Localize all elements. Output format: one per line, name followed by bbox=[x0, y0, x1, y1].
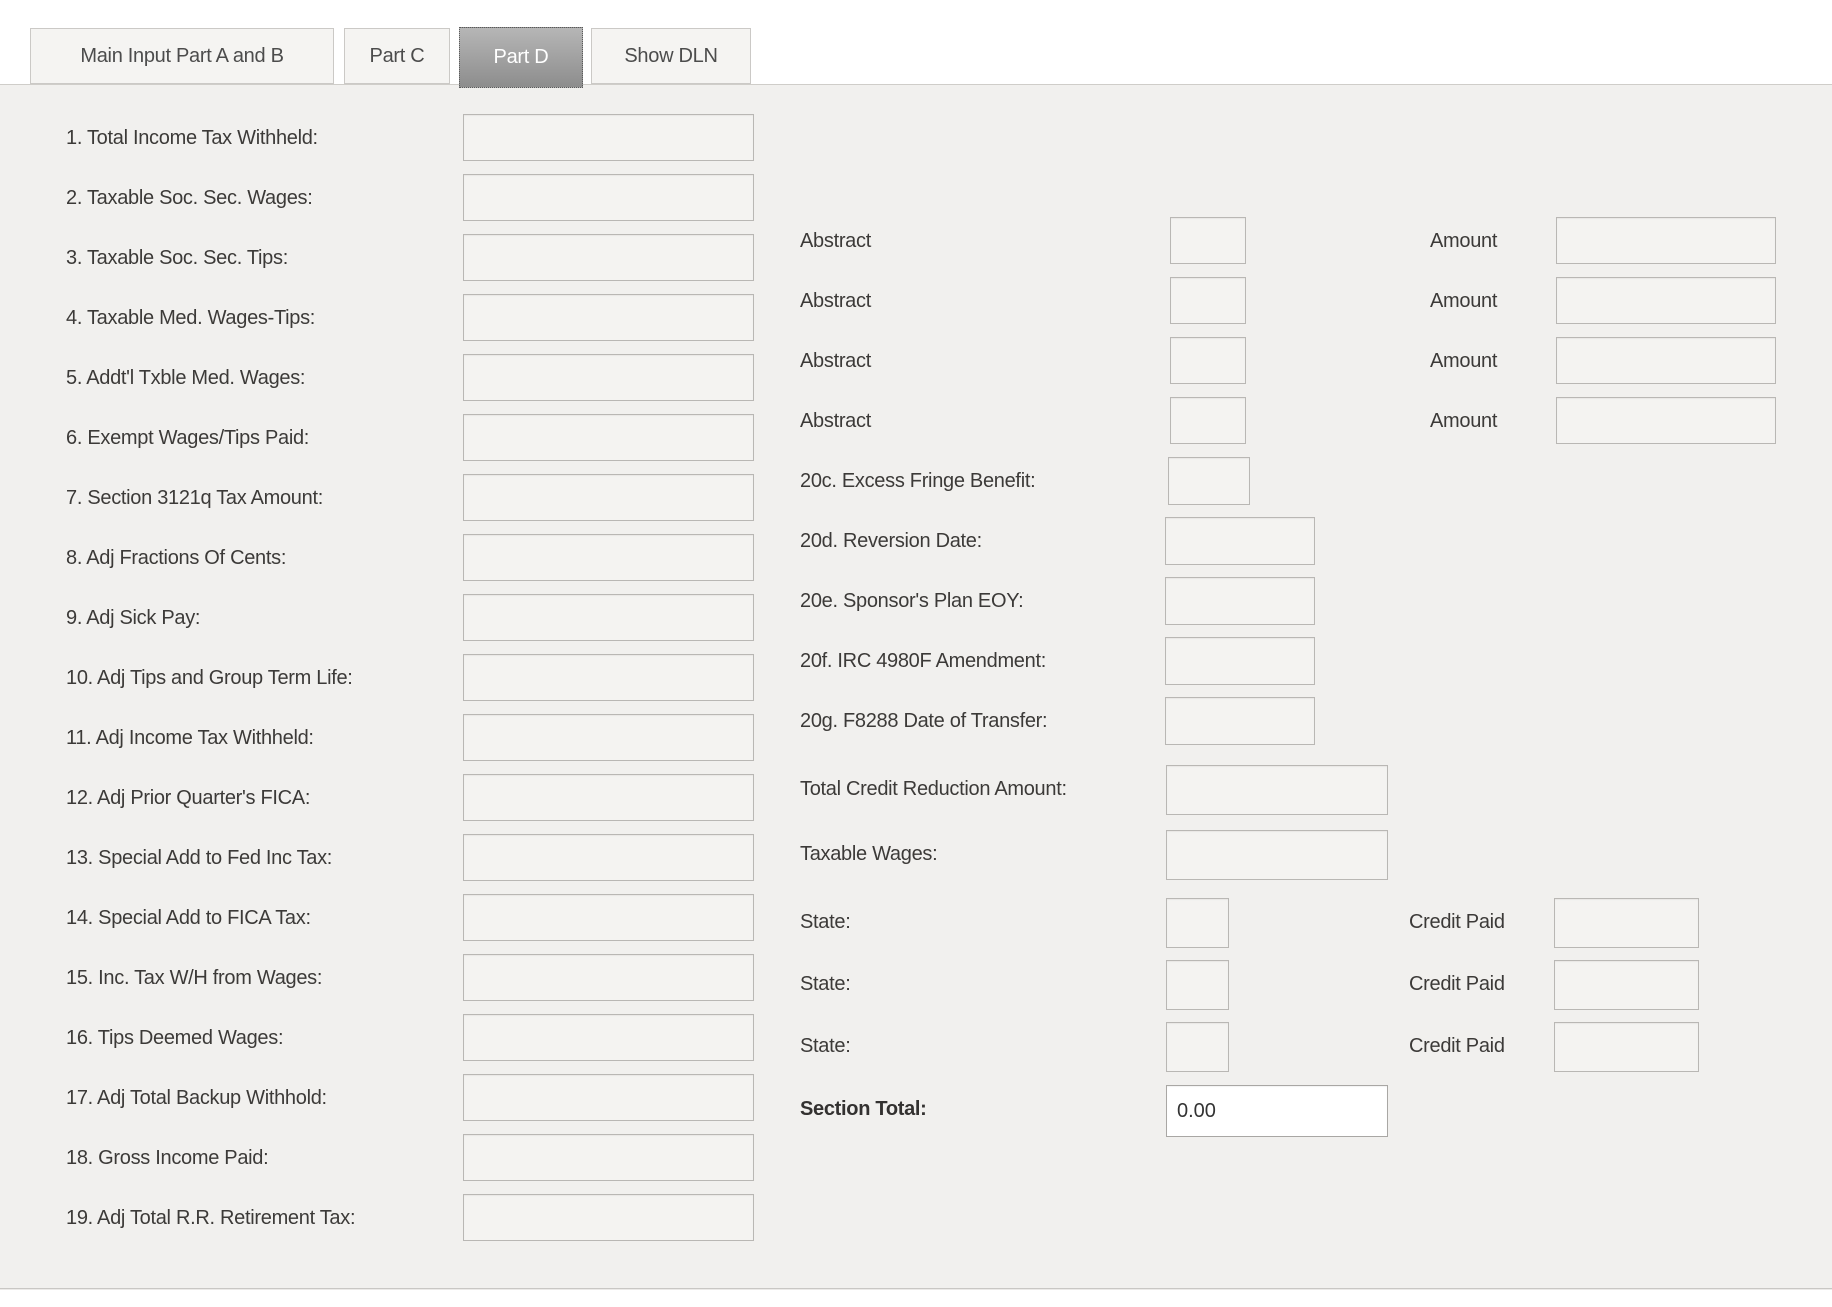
amount-label: Amount bbox=[1430, 397, 1497, 445]
field-label: 11. Adj Income Tax Withheld: bbox=[66, 714, 314, 762]
state-3-input[interactable] bbox=[1166, 1022, 1229, 1072]
tab-part-d[interactable]: Part D bbox=[459, 27, 583, 88]
abstract-3-amount-input[interactable] bbox=[1556, 337, 1776, 384]
credit-paid-label: Credit Paid bbox=[1409, 960, 1505, 1008]
field-label: 15. Inc. Tax W/H from Wages: bbox=[66, 954, 322, 1002]
total-credit-reduction-amount-input[interactable] bbox=[1166, 765, 1388, 815]
field-label: 20e. Sponsor's Plan EOY: bbox=[800, 577, 1023, 625]
taxable-soc-sec-wages-input[interactable] bbox=[463, 174, 754, 221]
credit-paid-3-input[interactable] bbox=[1554, 1022, 1699, 1072]
adj-total-backup-withhold-input[interactable] bbox=[463, 1074, 754, 1121]
amount-label: Amount bbox=[1430, 277, 1497, 325]
abstract-2-amount-input[interactable] bbox=[1556, 277, 1776, 324]
field-label: 6. Exempt Wages/Tips Paid: bbox=[66, 414, 309, 462]
field-label: 20d. Reversion Date: bbox=[800, 517, 982, 565]
abstract-1-amount-input[interactable] bbox=[1556, 217, 1776, 264]
reversion-date-input[interactable] bbox=[1165, 517, 1315, 565]
field-label: Taxable Wages: bbox=[800, 830, 937, 878]
part-d-form-window: Main Input Part A and B Part C Part D Sh… bbox=[0, 0, 1832, 1307]
taxable-soc-sec-tips-input[interactable] bbox=[463, 234, 754, 281]
field-label: 1. Total Income Tax Withheld: bbox=[66, 114, 318, 162]
field-label: 14. Special Add to FICA Tax: bbox=[66, 894, 311, 942]
abstract-3-code-input[interactable] bbox=[1170, 337, 1246, 384]
addtl-txble-med-wages-input[interactable] bbox=[463, 354, 754, 401]
field-label: 17. Adj Total Backup Withhold: bbox=[66, 1074, 327, 1122]
field-label: Total Credit Reduction Amount: bbox=[800, 765, 1067, 813]
amount-label: Amount bbox=[1430, 337, 1497, 385]
field-label: 9. Adj Sick Pay: bbox=[66, 594, 200, 642]
field-label: 3. Taxable Soc. Sec. Tips: bbox=[66, 234, 288, 282]
field-label: 12. Adj Prior Quarter's FICA: bbox=[66, 774, 310, 822]
adj-total-rr-retirement-tax-input[interactable] bbox=[463, 1194, 754, 1241]
field-label: 19. Adj Total R.R. Retirement Tax: bbox=[66, 1194, 355, 1242]
section-total-input[interactable] bbox=[1166, 1085, 1388, 1137]
field-label: 8. Adj Fractions Of Cents: bbox=[66, 534, 286, 582]
field-label: 20c. Excess Fringe Benefit: bbox=[800, 457, 1035, 505]
bottom-divider bbox=[0, 1289, 1832, 1290]
tips-deemed-wages-input[interactable] bbox=[463, 1014, 754, 1061]
tab-part-c[interactable]: Part C bbox=[344, 28, 450, 84]
state-label: State: bbox=[800, 960, 850, 1008]
field-label: 4. Taxable Med. Wages-Tips: bbox=[66, 294, 315, 342]
excess-fringe-benefit-input[interactable] bbox=[1168, 457, 1250, 505]
irc-4980f-amendment-input[interactable] bbox=[1165, 637, 1315, 685]
state-label: State: bbox=[800, 1022, 850, 1070]
field-label: 13. Special Add to Fed Inc Tax: bbox=[66, 834, 332, 882]
field-label: 20f. IRC 4980F Amendment: bbox=[800, 637, 1046, 685]
adj-tips-group-term-life-input[interactable] bbox=[463, 654, 754, 701]
credit-paid-label: Credit Paid bbox=[1409, 1022, 1505, 1070]
field-label: 20g. F8288 Date of Transfer: bbox=[800, 697, 1047, 745]
special-add-fed-inc-tax-input[interactable] bbox=[463, 834, 754, 881]
adj-prior-quarters-fica-input[interactable] bbox=[463, 774, 754, 821]
credit-paid-1-input[interactable] bbox=[1554, 898, 1699, 948]
amount-label: Amount bbox=[1430, 217, 1497, 265]
tab-main-input-part-a-and-b[interactable]: Main Input Part A and B bbox=[30, 28, 334, 84]
abstract-2-code-input[interactable] bbox=[1170, 277, 1246, 324]
abstract-4-code-input[interactable] bbox=[1170, 397, 1246, 444]
adj-income-tax-withheld-input[interactable] bbox=[463, 714, 754, 761]
abstract-4-amount-input[interactable] bbox=[1556, 397, 1776, 444]
special-add-fica-tax-input[interactable] bbox=[463, 894, 754, 941]
abstract-1-code-input[interactable] bbox=[1170, 217, 1246, 264]
credit-paid-2-input[interactable] bbox=[1554, 960, 1699, 1010]
abstract-label: Abstract bbox=[800, 337, 871, 385]
taxable-wages-input[interactable] bbox=[1166, 830, 1388, 880]
taxable-med-wages-tips-input[interactable] bbox=[463, 294, 754, 341]
total-income-tax-withheld-input[interactable] bbox=[463, 114, 754, 161]
field-label: 16. Tips Deemed Wages: bbox=[66, 1014, 283, 1062]
section-total-label: Section Total: bbox=[800, 1085, 927, 1133]
exempt-wages-tips-paid-input[interactable] bbox=[463, 414, 754, 461]
sponsors-plan-eoy-input[interactable] bbox=[1165, 577, 1315, 625]
field-label: 7. Section 3121q Tax Amount: bbox=[66, 474, 323, 522]
state-label: State: bbox=[800, 898, 850, 946]
adj-fractions-of-cents-input[interactable] bbox=[463, 534, 754, 581]
state-2-input[interactable] bbox=[1166, 960, 1229, 1010]
tabstrip-divider bbox=[0, 84, 1832, 85]
field-label: 2. Taxable Soc. Sec. Wages: bbox=[66, 174, 312, 222]
adj-sick-pay-input[interactable] bbox=[463, 594, 754, 641]
abstract-label: Abstract bbox=[800, 277, 871, 325]
field-label: 18. Gross Income Paid: bbox=[66, 1134, 268, 1182]
tab-show-dln[interactable]: Show DLN bbox=[591, 28, 751, 84]
gross-income-paid-input[interactable] bbox=[463, 1134, 754, 1181]
credit-paid-label: Credit Paid bbox=[1409, 898, 1505, 946]
inc-tax-wh-from-wages-input[interactable] bbox=[463, 954, 754, 1001]
state-1-input[interactable] bbox=[1166, 898, 1229, 948]
field-label: 5. Addt'l Txble Med. Wages: bbox=[66, 354, 305, 402]
field-label: 10. Adj Tips and Group Term Life: bbox=[66, 654, 353, 702]
f8288-date-of-transfer-input[interactable] bbox=[1165, 697, 1315, 745]
section-3121q-tax-amount-input[interactable] bbox=[463, 474, 754, 521]
abstract-label: Abstract bbox=[800, 397, 871, 445]
abstract-label: Abstract bbox=[800, 217, 871, 265]
